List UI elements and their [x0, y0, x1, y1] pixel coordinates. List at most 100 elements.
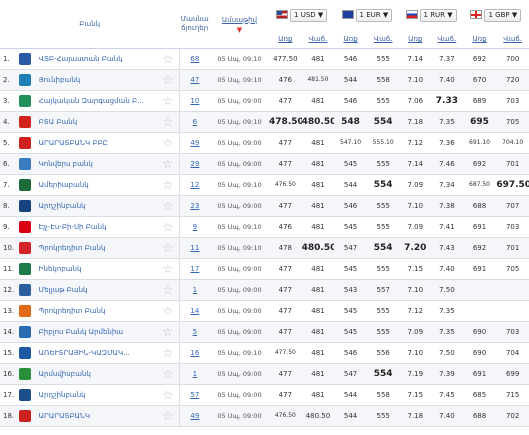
- favorite-star-icon[interactable]: ☆: [156, 90, 180, 112]
- update-date: 05 Սպ, 09:00: [217, 391, 262, 399]
- favorite-star-icon[interactable]: ☆: [156, 195, 180, 217]
- bank-name-link[interactable]: Մելլաթ Բանկ: [37, 280, 157, 301]
- rur-sell-rate: 7.35: [439, 118, 455, 126]
- bank-name-link[interactable]: Կոնվերս բանկ: [37, 154, 157, 175]
- eur-currency-select[interactable]: 1 EUR ▼: [334, 0, 400, 30]
- bank-logo-icon: [19, 326, 32, 338]
- bank-logo: [14, 406, 36, 427]
- branches-link[interactable]: 1: [179, 280, 210, 301]
- favorite-star-icon[interactable]: ☆: [156, 132, 180, 154]
- favorite-star-icon[interactable]: ☆: [156, 69, 180, 91]
- row-number: 5.: [3, 139, 10, 147]
- branches-link[interactable]: 16: [179, 343, 210, 364]
- branches-link[interactable]: 49: [179, 406, 210, 427]
- branches-link[interactable]: 47: [179, 70, 210, 91]
- gbp-buy-rate: 685: [472, 391, 487, 399]
- bank-name-link[interactable]: ՎՏԲ-Հայաստան Բանկ: [37, 49, 157, 70]
- table-row: 5. ԱՐԱՐԱՏԲԱՆԿ ԲԲԸ ☆ 49 05 Սպ, 09:00 477 481 547…: [0, 132, 529, 154]
- bank-logo: [14, 385, 36, 406]
- bank-name-link[interactable]: Հայկական Զարգացման Բ...: [37, 91, 157, 112]
- branches-link[interactable]: 68: [179, 49, 210, 70]
- bank-name-link[interactable]: Արդշինբանկ: [37, 196, 157, 217]
- bank-name-link[interactable]: Ամերիաբանկ: [37, 175, 157, 196]
- favorite-star-icon[interactable]: ☆: [156, 300, 180, 322]
- bank-name-link[interactable]: Արդշինբանկ: [37, 385, 157, 406]
- branches-link[interactable]: 6: [179, 112, 210, 133]
- usd-sell-rate: 480.50: [305, 412, 331, 420]
- rur-buy-rate: 7.10: [407, 202, 424, 210]
- bank-name-link[interactable]: Պրոկրեդիտ Բանկ: [37, 238, 157, 259]
- usd-sell-rate: 480.50: [301, 243, 335, 253]
- bank-name-link[interactable]: Ինեկոբանկ: [37, 259, 157, 280]
- favorite-star-icon[interactable]: ☆: [156, 258, 180, 280]
- favorite-star-icon[interactable]: ☆: [156, 363, 180, 385]
- gbp-currency-select[interactable]: 1 GBP ▼: [462, 0, 529, 30]
- rur-buy-header[interactable]: Առք: [399, 30, 432, 49]
- usd-sell-rate: 480.50: [301, 117, 335, 127]
- branches-link[interactable]: 10: [179, 91, 210, 112]
- table-row: 11. Ինեկոբանկ ☆ 17 05 Սպ, 09:00 477 481 545 555 7…: [0, 258, 529, 280]
- favorite-star-icon[interactable]: ☆: [156, 174, 180, 196]
- branches-link[interactable]: 11: [179, 238, 210, 259]
- gbp-buy-header[interactable]: Առք: [462, 30, 497, 49]
- favorite-star-icon[interactable]: ☆: [156, 111, 180, 133]
- bank-name-link[interactable]: ԱՌԵՒՏՐԱՅԻՆ-ԿԱԶՄԱԿ...: [37, 343, 157, 364]
- favorite-star-icon[interactable]: ☆: [156, 237, 180, 259]
- bank-name-link[interactable]: Էյչ-Էս-Բի-Սի Բանկ: [37, 217, 157, 238]
- branches-column-header[interactable]: Մասնա ճյուղեր: [179, 0, 210, 49]
- branches-link[interactable]: 17: [179, 259, 210, 280]
- rur-sell-rate: 7.35: [439, 328, 455, 336]
- favorite-star-icon[interactable]: ☆: [156, 384, 180, 406]
- date-column-header[interactable]: Ամսաթիվ ▼: [209, 0, 270, 49]
- gbp-buy-rate: 695: [470, 117, 489, 127]
- gbp-buy-rate: 691: [472, 265, 487, 273]
- eur-sell-rate: 555: [376, 412, 390, 420]
- branches-link[interactable]: 9: [179, 217, 210, 238]
- favorite-star-icon[interactable]: ☆: [156, 405, 180, 427]
- usd-sell-rate: 481: [311, 391, 325, 399]
- bank-name-link[interactable]: Յունիբանկ: [37, 70, 157, 91]
- gbp-buy-rate: 689: [472, 97, 487, 105]
- branches-link[interactable]: 49: [179, 133, 210, 154]
- usd-currency-select[interactable]: 1 USD ▼: [269, 0, 335, 30]
- eur-buy-header[interactable]: Առք: [334, 30, 367, 49]
- branches-link[interactable]: 1: [179, 364, 210, 385]
- eur-sell-rate: 555: [376, 307, 390, 315]
- favorite-star-icon[interactable]: ☆: [156, 48, 180, 70]
- favorite-star-icon[interactable]: ☆: [156, 153, 180, 175]
- branches-link[interactable]: 14: [179, 301, 210, 322]
- branches-link[interactable]: 57: [179, 385, 210, 406]
- favorite-star-icon[interactable]: ☆: [156, 342, 180, 364]
- favorite-star-icon[interactable]: ☆: [156, 216, 180, 238]
- bank-name-link[interactable]: ԲՏԱ Բանկ: [37, 112, 157, 133]
- rur-currency-select[interactable]: 1 RUR ▼: [399, 0, 463, 30]
- eur-sell-header[interactable]: Վաճ.: [366, 30, 400, 49]
- gbp-sell-header[interactable]: Վաճ.: [496, 30, 529, 49]
- branches-link[interactable]: 23: [179, 196, 210, 217]
- bank-column-header[interactable]: Բանկ: [0, 0, 180, 49]
- branches-link[interactable]: 29: [179, 154, 210, 175]
- bank-name-link[interactable]: ԱՐԱՐԱՏԲԱՆԿ ԲԲԸ: [37, 133, 157, 154]
- gbp-sell-rate: 715: [505, 391, 520, 399]
- bank-name-link[interactable]: Արմսվիսբանկ: [37, 364, 157, 385]
- branches-link[interactable]: 5: [179, 322, 210, 343]
- bank-logo-icon: [19, 284, 32, 296]
- usd-sell-header[interactable]: Վաճ.: [301, 30, 335, 49]
- bank-name-link[interactable]: Բիբլոս Բանկ Արմենիա: [37, 322, 157, 343]
- favorite-star-icon[interactable]: ☆: [156, 321, 180, 343]
- eur-sell-rate: 555: [376, 97, 390, 105]
- rur-buy-rate: 7.15: [407, 391, 424, 399]
- row-number: 15.: [3, 349, 15, 357]
- branches-link[interactable]: 12: [179, 175, 210, 196]
- rur-sell-header[interactable]: Վաճ.: [431, 30, 463, 49]
- update-date: 05 Սպ, 09:10: [217, 223, 262, 231]
- usd-buy-header[interactable]: Առք: [269, 30, 302, 49]
- eur-buy-rate: 544: [343, 76, 358, 84]
- gbp-sell-rate: 705: [505, 118, 520, 126]
- favorite-star-icon[interactable]: ☆: [156, 279, 180, 301]
- bank-name-link[interactable]: Պրոկրեդիտ Բանկ: [37, 301, 157, 322]
- bank-name-link[interactable]: ԱՐԱՐԱՏԲԱՆԿ: [37, 406, 157, 427]
- bank-logo-icon: [19, 389, 32, 401]
- gbp-buy-rate: 691: [472, 223, 487, 231]
- gbp-buy-rate: 690: [472, 349, 487, 357]
